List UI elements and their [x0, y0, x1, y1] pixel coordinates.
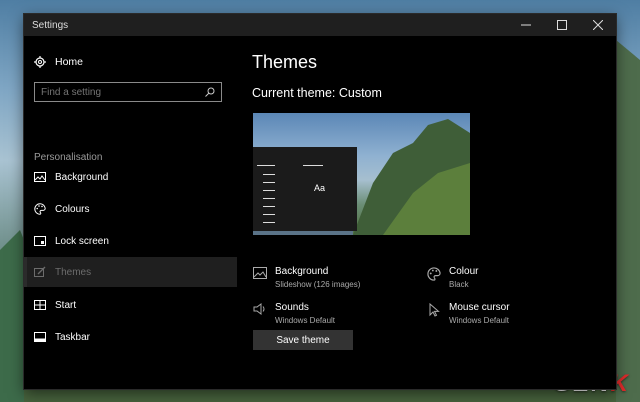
search-box[interactable] [34, 82, 222, 102]
gear-icon [34, 56, 46, 68]
theme-preview-window [253, 147, 357, 231]
option-label: Sounds [275, 302, 309, 313]
sidebar-item-themes[interactable]: Themes [24, 257, 237, 287]
sidebar-item-label: Start [55, 299, 77, 311]
sidebar-item-label: Lock screen [55, 235, 109, 247]
settings-window: Settings Home Personalisation [24, 14, 616, 389]
title-bar[interactable]: Settings [24, 14, 616, 36]
option-colour[interactable]: Colour Black [427, 266, 478, 289]
cursor-icon [429, 303, 440, 317]
sidebar-item-background[interactable]: Background [24, 162, 237, 192]
option-value: Slideshow (126 images) [275, 280, 361, 289]
lock-screen-icon [34, 236, 46, 246]
sidebar-item-colours[interactable]: Colours [24, 194, 237, 224]
option-background[interactable]: Background Slideshow (126 images) [253, 266, 360, 289]
minimize-icon [521, 24, 531, 26]
sidebar-item-label: Themes [55, 266, 92, 278]
palette-icon [427, 267, 441, 281]
option-sounds[interactable]: Sounds Windows Default [253, 302, 335, 325]
option-value: Windows Default [449, 316, 510, 325]
palette-icon [34, 203, 46, 215]
speaker-icon [253, 303, 265, 315]
sidebar-item-label: Colours [55, 203, 90, 215]
option-value: Black [449, 280, 469, 289]
theme-preview: Aa [253, 113, 470, 235]
sidebar-item-taskbar[interactable]: Taskbar [24, 322, 237, 352]
home-link[interactable]: Home [34, 56, 83, 68]
option-label: Colour [449, 266, 479, 277]
page-title: Themes [252, 52, 318, 72]
window-title: Settings [32, 19, 69, 31]
option-value: Windows Default [275, 316, 336, 325]
option-label: Mouse cursor [449, 302, 510, 313]
picture-icon [253, 267, 267, 279]
option-label: Background [275, 266, 329, 277]
current-theme-heading: Current theme: Custom [252, 86, 382, 100]
minimize-button[interactable] [508, 14, 544, 36]
close-button[interactable] [580, 14, 616, 36]
option-mouse-cursor[interactable]: Mouse cursor Windows Default [427, 302, 510, 325]
sidebar: Home Personalisation Background Colours [24, 36, 237, 389]
preview-sample-text: Aa [314, 183, 326, 193]
search-icon[interactable] [205, 87, 215, 97]
start-icon [34, 300, 46, 310]
sidebar-item-start[interactable]: Start [24, 290, 237, 320]
maximize-button[interactable] [544, 14, 580, 36]
main-content: Themes Current theme: Custom Aa Backgrou… [252, 36, 616, 389]
close-icon [593, 20, 603, 30]
sidebar-item-label: Background [55, 171, 109, 183]
home-label: Home [55, 56, 84, 68]
picture-icon [34, 172, 46, 182]
sidebar-item-label: Taskbar [55, 331, 91, 343]
save-theme-button[interactable]: Save theme [253, 330, 353, 350]
sidebar-item-lock-screen[interactable]: Lock screen [24, 226, 237, 256]
maximize-icon [557, 20, 567, 30]
search-input[interactable] [35, 85, 203, 99]
brush-icon [34, 266, 46, 277]
taskbar-icon [34, 332, 46, 342]
